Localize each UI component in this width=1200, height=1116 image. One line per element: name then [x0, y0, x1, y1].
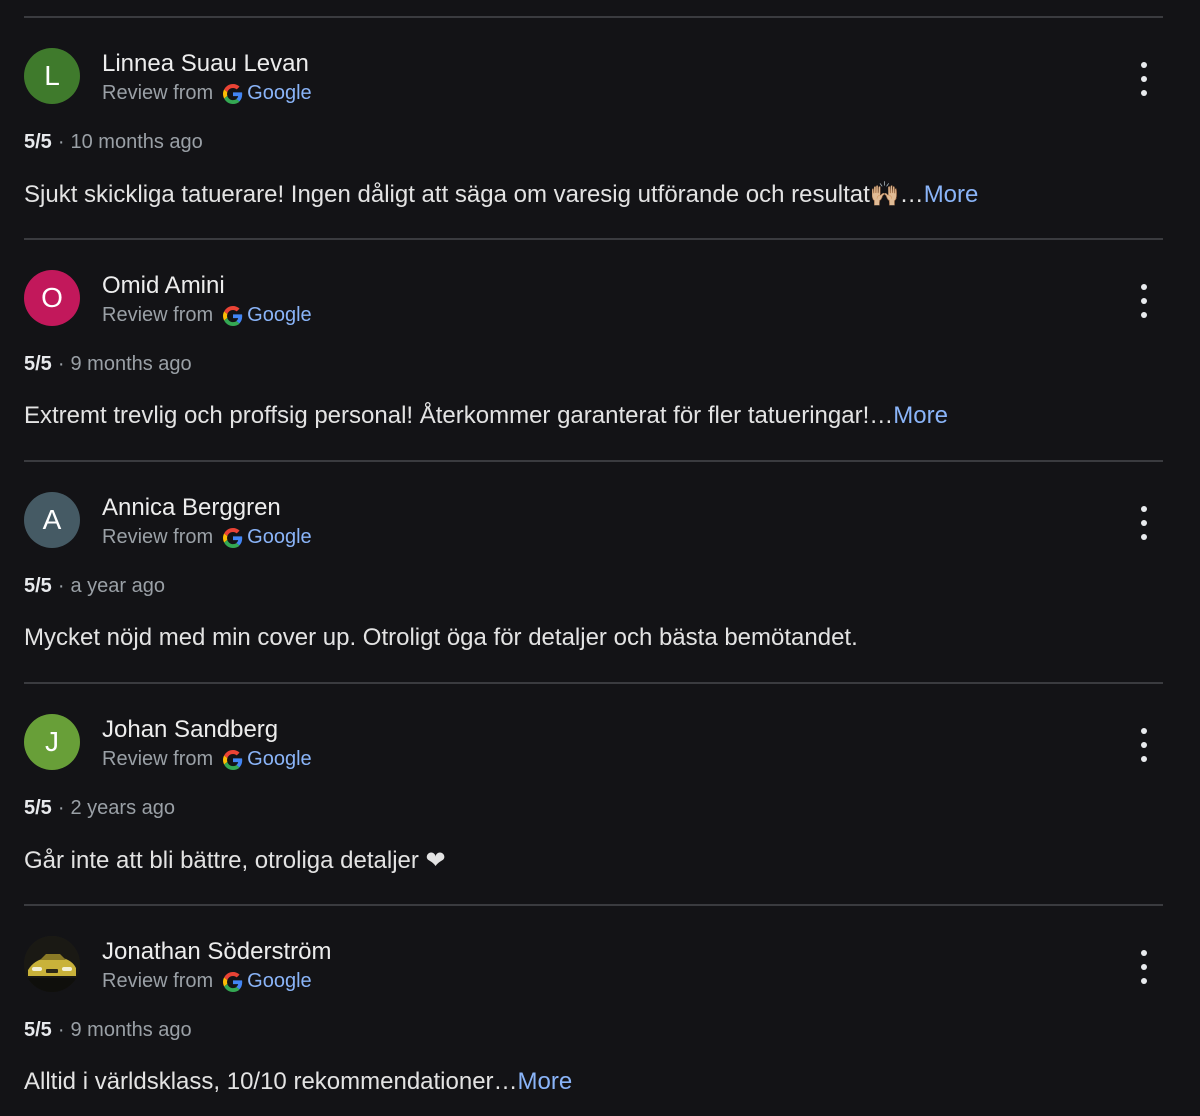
avatar-initial: J: [45, 726, 59, 757]
review-time: 9 months ago: [70, 353, 192, 375]
author-name[interactable]: Jonathan Söderström: [102, 938, 331, 966]
review-time: 10 months ago: [70, 131, 203, 153]
review-source: Review from Google: [102, 970, 312, 993]
meta-separator: ·: [57, 797, 65, 819]
review-body: Extremt trevlig och proffsig personal! Å…: [24, 402, 894, 429]
meta-separator: ·: [57, 1019, 65, 1041]
rating: 5/5: [24, 575, 52, 597]
review-item: L Linnea Suau Levan Review from Google 5…: [24, 18, 1163, 238]
more-vert-icon: [1141, 62, 1147, 68]
more-options-button[interactable]: [1135, 506, 1153, 540]
more-vert-icon: [1141, 506, 1147, 512]
rating: 5/5: [24, 1019, 52, 1041]
more-options-button[interactable]: [1135, 62, 1153, 96]
review-source: Review from Google: [102, 748, 312, 771]
review-source: Review from Google: [102, 526, 312, 549]
avatar[interactable]: O: [24, 270, 80, 326]
rating: 5/5: [24, 131, 52, 153]
author-name[interactable]: Annica Berggren: [102, 494, 281, 522]
reviews-list: L Linnea Suau Levan Review from Google 5…: [0, 0, 1200, 1116]
review-meta: 5/5 · 9 months ago: [24, 1019, 192, 1042]
review-time: 2 years ago: [70, 797, 175, 819]
review-text: Mycket nöjd med min cover up. Otroligt ö…: [24, 624, 858, 652]
avatar[interactable]: A: [24, 492, 80, 548]
google-g-icon: [223, 971, 243, 992]
review-text: Sjukt skickliga tatuerare! Ingen dåligt …: [24, 180, 978, 209]
source-name[interactable]: Google: [247, 526, 312, 549]
more-vert-icon: [1141, 728, 1147, 734]
more-vert-icon: [1141, 284, 1147, 290]
review-from-label: Review from: [102, 304, 214, 326]
review-meta: 5/5 · 10 months ago: [24, 131, 203, 154]
review-from-label: Review from: [102, 970, 214, 992]
source-name[interactable]: Google: [247, 304, 312, 327]
avatar[interactable]: J: [24, 714, 80, 770]
more-link[interactable]: More: [893, 402, 948, 429]
meta-separator: ·: [57, 575, 65, 597]
review-body: Går inte att bli bättre, otroliga detalj…: [24, 847, 446, 874]
review-item: A Annica Berggren Review from Google 5/5…: [24, 462, 1163, 682]
review-meta: 5/5 · a year ago: [24, 575, 165, 598]
review-meta: 5/5 · 2 years ago: [24, 797, 175, 820]
source-name[interactable]: Google: [247, 82, 312, 105]
review-time: a year ago: [70, 575, 165, 597]
car-photo-icon: [24, 936, 80, 992]
more-options-button[interactable]: [1135, 284, 1153, 318]
author-name[interactable]: Omid Amini: [102, 272, 225, 300]
google-g-icon: [223, 749, 243, 770]
more-link[interactable]: More: [924, 181, 979, 208]
review-text: Går inte att bli bättre, otroliga detalj…: [24, 846, 446, 875]
avatar-initial: A: [42, 504, 62, 535]
avatar[interactable]: L: [24, 48, 80, 104]
more-options-button[interactable]: [1135, 950, 1153, 984]
review-body: Mycket nöjd med min cover up. Otroligt ö…: [24, 624, 858, 651]
review-text: Extremt trevlig och proffsig personal! Å…: [24, 402, 948, 430]
review-item: O Omid Amini Review from Google 5/5 · 9 mo…: [24, 240, 1163, 460]
review-from-label: Review from: [102, 82, 214, 104]
review-from-label: Review from: [102, 748, 214, 770]
rating: 5/5: [24, 797, 52, 819]
google-g-icon: [223, 305, 243, 326]
meta-separator: ·: [57, 353, 65, 375]
review-meta: 5/5 · 9 months ago: [24, 353, 192, 376]
review-source: Review from Google: [102, 304, 312, 327]
author-name[interactable]: Johan Sandberg: [102, 716, 278, 744]
review-body: Alltid i världsklass, 10/10 rekommendati…: [24, 1068, 518, 1095]
review-source: Review from Google: [102, 82, 312, 105]
car-photo-avatar[interactable]: [24, 936, 80, 992]
google-g-icon: [223, 83, 243, 104]
source-name[interactable]: Google: [247, 970, 312, 993]
review-body: Sjukt skickliga tatuerare! Ingen dåligt …: [24, 181, 924, 208]
review-item: Jonathan Söderström Review from Google 5…: [24, 906, 1163, 1116]
avatar-initial: L: [44, 60, 60, 91]
more-vert-icon: [1141, 950, 1147, 956]
avatar-initial: O: [41, 282, 63, 313]
more-link[interactable]: More: [518, 1068, 573, 1095]
review-item: J Johan Sandberg Review from Google 5/5 ·…: [24, 684, 1163, 904]
rating: 5/5: [24, 353, 52, 375]
review-time: 9 months ago: [70, 1019, 192, 1041]
google-g-icon: [223, 527, 243, 548]
source-name[interactable]: Google: [247, 748, 312, 771]
review-text: Alltid i världsklass, 10/10 rekommendati…: [24, 1068, 572, 1096]
author-name[interactable]: Linnea Suau Levan: [102, 50, 309, 78]
meta-separator: ·: [57, 131, 65, 153]
more-options-button[interactable]: [1135, 728, 1153, 762]
review-from-label: Review from: [102, 526, 214, 548]
